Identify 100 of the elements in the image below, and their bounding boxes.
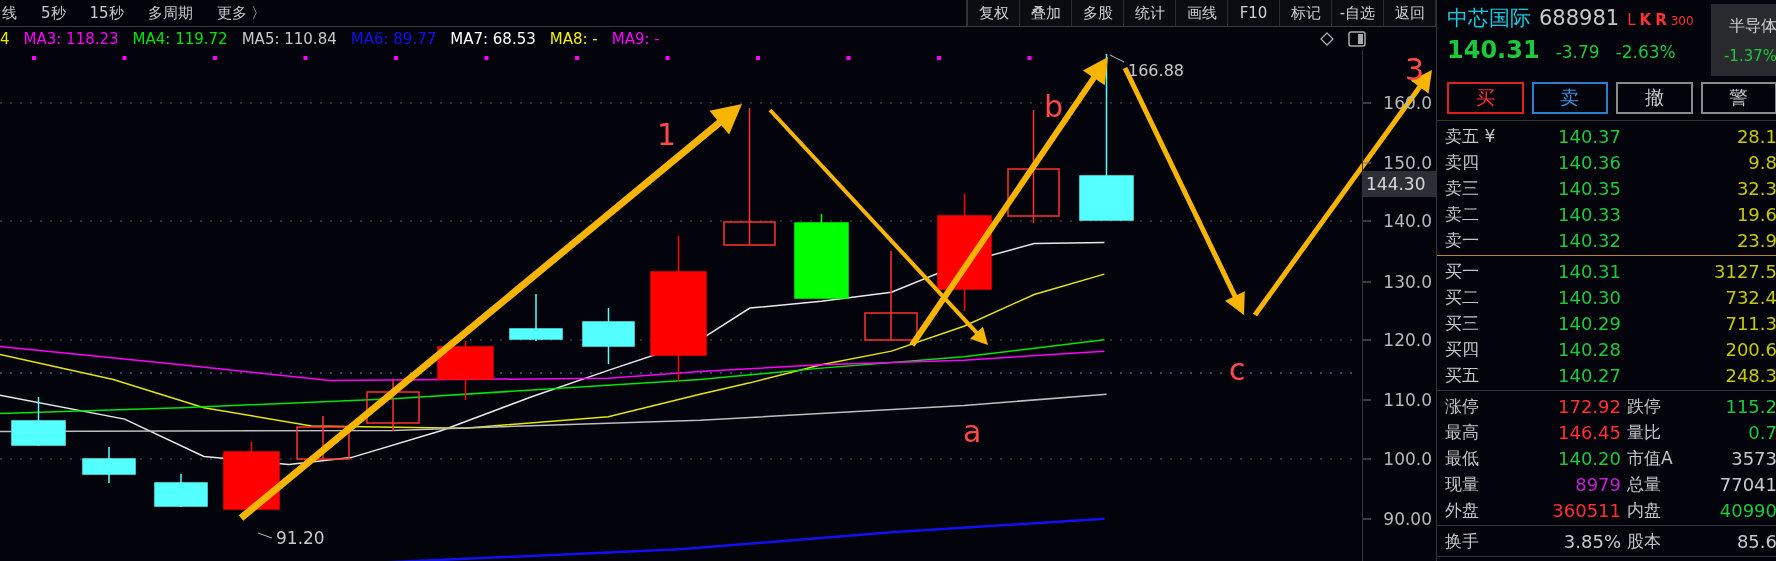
price-axis-label: 100.0 (1383, 449, 1432, 469)
stat-label: 涨停 (1445, 394, 1480, 418)
stat-label: 外盘 (1445, 498, 1480, 522)
wave-label: 3 (1405, 52, 1425, 87)
order-price: 140.27 (1557, 364, 1621, 386)
leader-line (257, 532, 273, 539)
stat-value: 115.2 (1724, 395, 1776, 417)
stat-label: 换手 (1445, 529, 1480, 553)
order-volume: 732.4 (1724, 286, 1776, 308)
toolbar-button[interactable]: F10 (1228, 0, 1280, 26)
price-axis-label: 90.00 (1383, 509, 1432, 529)
stat-value: 40990 (1718, 499, 1776, 521)
period-tab[interactable]: 多周期 (147, 3, 193, 23)
order-price: 140.35 (1557, 177, 1621, 199)
sector-change: -1.37% (1723, 46, 1776, 65)
diamond-icon[interactable] (1320, 31, 1334, 46)
toolbar-button[interactable]: 叠加 (1020, 0, 1072, 26)
trade-button[interactable]: 警 (1700, 82, 1776, 114)
low-price-label: 91.20 (276, 528, 325, 548)
stat-value: 360511 (1551, 499, 1621, 521)
order-volume: 28.1 (1735, 125, 1776, 147)
stock-flag-label: R (1655, 11, 1667, 29)
candlestick (509, 293, 563, 342)
order-price: 140.30 (1557, 286, 1621, 308)
moving-average-legend: MA3: 118.23 (23, 29, 119, 48)
period-tab[interactable]: 线 (2, 3, 17, 23)
stat-label: 总量 (1626, 472, 1662, 496)
toolbar-button[interactable]: 标记 (1280, 0, 1332, 26)
high-price-label: 166.88 (1128, 61, 1184, 80)
order-level-label: 卖一 (1445, 228, 1480, 252)
order-volume: 19.6 (1735, 203, 1776, 225)
trade-button[interactable]: 卖 (1531, 82, 1608, 114)
leader-line (1109, 54, 1125, 63)
period-tab[interactable]: 5秒 (41, 3, 66, 23)
order-price: 140.33 (1557, 203, 1621, 225)
sector-card[interactable]: 半导体 -1.37% (1711, 4, 1776, 76)
order-volume: 3127.5 (1713, 260, 1776, 282)
stat-label: 最低 (1445, 446, 1480, 470)
stock-flag-label: 300 (1670, 14, 1694, 28)
price-axis-label: 110.0 (1383, 390, 1432, 410)
order-volume: 711.3 (1724, 312, 1776, 334)
stat-label: 市值A (1626, 446, 1674, 470)
candlestick (437, 340, 494, 401)
stat-label: 内盘 (1626, 498, 1662, 522)
wave-label: 1 (657, 117, 677, 152)
stock-name: 中芯国际 (1447, 5, 1531, 32)
toolbar-button[interactable]: 统计 (1124, 0, 1176, 26)
last-price: 140.31 (1447, 36, 1540, 64)
stat-value: 3573 (1730, 447, 1776, 469)
moving-average-legend: 4 (0, 29, 10, 48)
order-level-label: 卖三 (1445, 176, 1480, 200)
order-price: 140.37 (1557, 125, 1621, 147)
order-price: 140.28 (1557, 338, 1621, 360)
moving-average-legend: MA8: - (549, 29, 598, 48)
order-price: 140.31 (1557, 260, 1621, 282)
order-price: 140.36 (1557, 151, 1621, 173)
trade-button[interactable]: 撤 (1616, 82, 1693, 114)
moving-average-legend: MA6: 89.77 (350, 29, 437, 48)
order-level-label: 买五 (1445, 363, 1480, 387)
toolbar-button[interactable]: 返回 (1384, 0, 1436, 26)
stock-flag-label: L (1627, 11, 1636, 29)
toolbar-button[interactable]: -自选 (1332, 0, 1384, 26)
panel-toggle-icon[interactable] (1348, 30, 1366, 47)
toolbar-button[interactable]: 复权 (968, 0, 1020, 26)
moving-average-legend: MA4: 119.72 (132, 29, 228, 48)
order-volume: 248.3 (1724, 364, 1776, 386)
stock-flag-label: K (1639, 11, 1652, 29)
order-volume: 200.6 (1724, 338, 1776, 360)
wave-label: c (1229, 352, 1246, 387)
period-tab[interactable]: 更多 〉 (216, 3, 267, 23)
stat-label: 量比 (1626, 420, 1662, 444)
stat-value: 77041 (1718, 473, 1776, 495)
stat-value: 140.20 (1557, 447, 1621, 469)
stat-value: 172.92 (1557, 395, 1621, 417)
price-axis-label: 150.0 (1383, 153, 1432, 173)
stat-label: 跌停 (1626, 394, 1662, 418)
candlestick (296, 415, 350, 460)
current-price-tag: 144.30 (1363, 171, 1436, 197)
order-level-label: 买一 (1445, 259, 1480, 283)
period-tab[interactable]: 15秒 (89, 3, 124, 23)
trade-button[interactable]: 买 (1447, 82, 1524, 114)
stock-code: 688981 (1539, 6, 1620, 30)
order-volume: 23.9 (1735, 229, 1776, 251)
stat-label: 现量 (1445, 472, 1480, 496)
wave-label: a (963, 414, 982, 449)
price-axis-label: 140.0 (1383, 211, 1432, 231)
wave-label: b (1044, 89, 1064, 124)
stat-value: 8979 (1574, 473, 1621, 495)
candlestick (154, 473, 208, 508)
sector-name: 半导体 (1729, 15, 1776, 37)
stat-value: 85.6 (1735, 530, 1776, 552)
candlestick (223, 441, 280, 510)
moving-average-legend: MA9: - (611, 29, 660, 48)
toolbar-button[interactable]: 画线 (1176, 0, 1228, 26)
moving-average-legend: MA5: 110.84 (241, 29, 337, 48)
order-volume: 32.3 (1735, 177, 1776, 199)
toolbar-button[interactable]: 多股 (1072, 0, 1124, 26)
candlestick (82, 446, 136, 484)
order-volume: 9.8 (1747, 151, 1776, 173)
price-change: -3.79 (1555, 42, 1600, 62)
